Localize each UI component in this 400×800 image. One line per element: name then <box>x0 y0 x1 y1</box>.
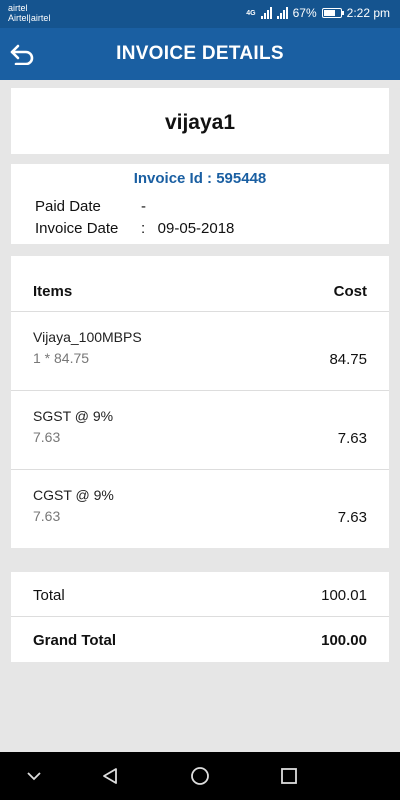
chevron-down-icon <box>27 772 41 781</box>
customer-card: vijaya1 <box>11 88 389 154</box>
total-value: 100.01 <box>321 587 367 604</box>
invoice-date-row: Invoice Date : 09-05-2018 <box>35 220 234 237</box>
nav-back-button[interactable] <box>98 764 122 788</box>
grand-total-row: Grand Total 100.00 <box>11 617 389 662</box>
item-name: SGST @ 9% <box>33 408 114 424</box>
signal-icon <box>260 7 272 19</box>
items-column-header: Items <box>33 283 73 300</box>
carrier-line2: Airtel|airtel <box>8 13 51 23</box>
items-header: Items Cost <box>11 256 389 312</box>
item-cost: 7.63 <box>337 430 367 447</box>
nav-recents-button[interactable] <box>277 764 301 788</box>
battery-icon <box>321 8 344 18</box>
recents-square-icon <box>281 768 297 784</box>
page-title: INVOICE DETAILS <box>116 43 284 64</box>
grand-total-label: Grand Total <box>33 632 117 649</box>
list-item: CGST @ 9% 7.63 7.63 <box>11 470 389 549</box>
carrier-info: airtel Airtel|airtel <box>8 3 50 23</box>
list-item: SGST @ 9% 7.63 7.63 <box>11 391 389 470</box>
signal-icon-2 <box>276 7 288 19</box>
grand-total-value: 100.00 <box>321 632 367 649</box>
home-circle-icon <box>191 767 209 785</box>
paid-date-value: - <box>141 198 146 215</box>
invoice-date-value: : 09-05-2018 <box>141 220 235 237</box>
paid-date-label: Paid Date <box>35 198 101 215</box>
battery-percent: 67% <box>292 6 317 20</box>
item-cost: 7.63 <box>337 509 367 526</box>
totals-card: Total 100.01 Grand Total 100.00 <box>11 572 389 662</box>
total-row: Total 100.01 <box>11 572 389 617</box>
cost-column-header: Cost <box>333 283 367 300</box>
item-detail: 7.63 <box>33 429 61 445</box>
item-detail: 1 * 84.75 <box>33 350 90 366</box>
invoice-id: Invoice Id : 595448 <box>133 170 267 187</box>
clock: 2:22 pm <box>346 6 390 20</box>
customer-name: vijaya1 <box>164 111 236 134</box>
navigation-bar <box>0 752 400 800</box>
invoice-info-card: Invoice Id : 595448 Paid Date - Invoice D… <box>11 164 389 244</box>
status-indicators: 4G 67% 2:22 pm <box>246 6 390 20</box>
hide-keyboard-button[interactable] <box>22 764 46 788</box>
network-type: 4G <box>246 9 256 17</box>
items-card: Items Cost Vijaya_100MBPS 1 * 84.75 84.7… <box>11 256 389 548</box>
nav-home-button[interactable] <box>188 764 212 788</box>
list-item: Vijaya_100MBPS 1 * 84.75 84.75 <box>11 312 389 391</box>
status-bar: airtel Airtel|airtel 4G 67% 2:22 pm <box>0 0 400 28</box>
back-triangle-icon <box>103 768 117 784</box>
item-name: CGST @ 9% <box>33 487 114 503</box>
total-label: Total <box>33 587 65 604</box>
item-cost: 84.75 <box>329 351 367 368</box>
item-name: Vijaya_100MBPS <box>33 329 142 345</box>
item-detail: 7.63 <box>33 508 61 524</box>
carrier-line1: airtel <box>8 3 28 13</box>
invoice-date-label: Invoice Date <box>35 220 119 237</box>
paid-date-row: Paid Date - <box>35 198 146 215</box>
app-bar: INVOICE DETAILS <box>0 28 400 80</box>
